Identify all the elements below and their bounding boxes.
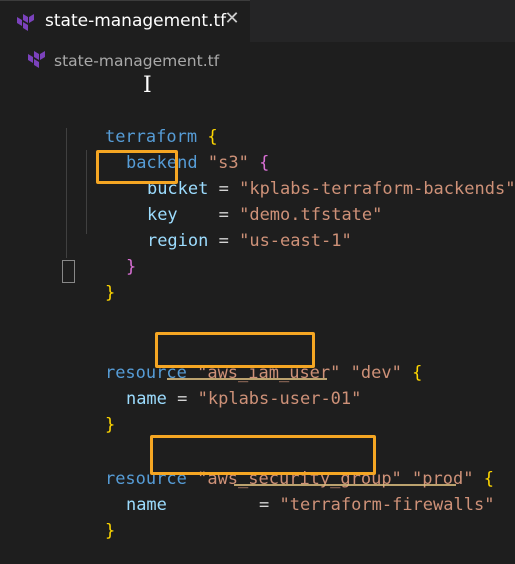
- highlight-box-aws-security-group: [150, 435, 376, 475]
- code-line: name = "terraform-firewalls": [125, 495, 495, 515]
- breadcrumb-file[interactable]: state-management.tf: [54, 52, 219, 70]
- close-brace: }: [104, 283, 116, 303]
- bracket-match-indicator: [62, 260, 75, 283]
- close-brace: }: [125, 257, 137, 277]
- code-line: backend "s3" {: [85, 130, 269, 173]
- name-key: name: [125, 495, 167, 515]
- code-line: }: [85, 234, 136, 277]
- code-line: region = "us-east-1": [146, 231, 352, 251]
- highlight-box-aws-iam-user: [155, 332, 315, 368]
- tab-state-management[interactable]: state-management.tf ✕: [0, 0, 250, 43]
- code-line: terraform {: [64, 104, 218, 147]
- highlight-box-bucket: [96, 150, 178, 184]
- name-value: "terraform-firewalls": [279, 495, 495, 515]
- tab-bar: state-management.tf ✕: [0, 0, 515, 43]
- code-line: }: [64, 498, 115, 541]
- tab-title: state-management.tf: [45, 11, 227, 31]
- strikethrough-mark: [167, 378, 327, 380]
- strikethrough-mark: [234, 484, 456, 486]
- open-brace: {: [412, 363, 423, 383]
- code-line: }: [64, 392, 115, 435]
- terraform-icon: [28, 51, 45, 68]
- code-line: key = "demo.tfstate": [146, 205, 383, 225]
- close-icon[interactable]: ✕: [222, 9, 242, 29]
- name-key: name: [125, 389, 167, 409]
- close-brace: }: [104, 415, 116, 435]
- close-brace: }: [104, 521, 116, 541]
- region-key: region: [146, 231, 209, 251]
- region-value: "us-east-1": [239, 231, 352, 251]
- text-cursor-icon: I: [143, 73, 152, 98]
- name-value: "kplabs-user-01": [197, 389, 362, 409]
- code-line: name = "kplabs-user-01": [125, 389, 362, 409]
- terraform-icon: [17, 14, 34, 31]
